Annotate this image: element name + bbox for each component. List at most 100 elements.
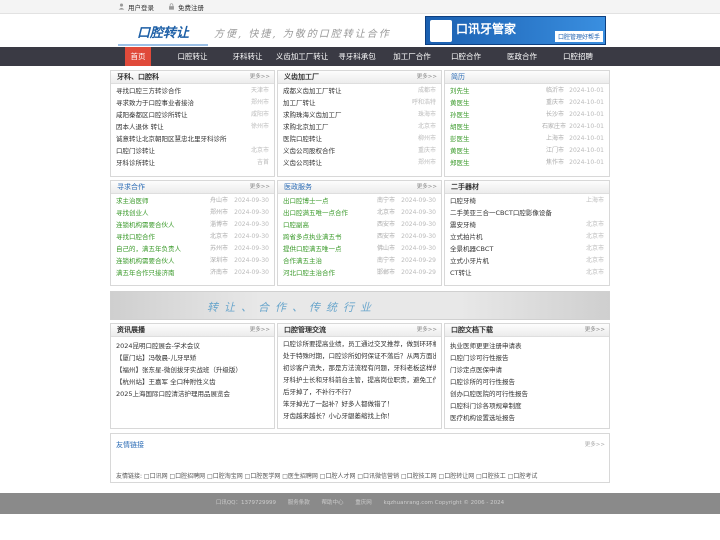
nav-oral-transfer[interactable]: 口腔转让 bbox=[170, 47, 215, 66]
nav-home[interactable]: 首页 bbox=[125, 47, 151, 66]
list-item[interactable]: 后牙掉了，不补行不行？ bbox=[283, 386, 436, 398]
list-item[interactable]: 二手美亚三合一CBCT口腔影像设备 bbox=[450, 207, 604, 219]
list-item[interactable]: 自己的，满五年负责人 苏州市 2024-09-30 bbox=[116, 243, 269, 255]
list-item[interactable]: 跨省多点执业满五书 西安市 2024-09-30 bbox=[283, 231, 436, 243]
more-link[interactable]: 更多>> bbox=[250, 181, 270, 193]
list-item[interactable]: 全景机器CBCT 北京市 bbox=[450, 243, 604, 255]
list-item[interactable]: 彭医生 上海市 2024-10-01 bbox=[450, 133, 604, 145]
more-link[interactable]: 更多>> bbox=[250, 71, 270, 83]
list-item[interactable]: 提供口腔满五唯一点 佛山市 2024-09-30 bbox=[283, 243, 436, 255]
promo-banner[interactable]: 转让、合作、传统行业 bbox=[110, 291, 610, 320]
section-news: 资讯展播 更多>> 2024昆明口腔展会-学术会议 【厦门站】冯敬晨-儿牙早矫 【… bbox=[110, 323, 275, 429]
list-item[interactable]: 寻找口腔合作 北京市 2024-09-30 bbox=[116, 231, 269, 243]
footer-help[interactable]: 帮助中心 bbox=[322, 500, 344, 506]
list-item[interactable]: 成都义齿加工厂转让 成都市 bbox=[283, 85, 436, 97]
more-link[interactable]: 更多>> bbox=[585, 324, 605, 336]
list-item[interactable]: 因本人退休 转让 徐州市 bbox=[116, 121, 269, 133]
footer-qq: 口讯QQ：1379729999 bbox=[215, 500, 276, 506]
list-item[interactable]: 连锁机构需要合伙人 深圳市 2024-09-30 bbox=[116, 255, 269, 267]
more-link[interactable]: 更多>> bbox=[250, 324, 270, 336]
list-item[interactable]: 诚意转让北京朝阳区慧忠北里牙科诊所 bbox=[116, 133, 269, 145]
nav-dental-transfer[interactable]: 牙科转让 bbox=[225, 47, 270, 66]
section-dental-clinic: 牙科、口腔科 更多>> 寻找口腔三方转诊合作 天津市 寻求致力于口腔事业者接洽 郑州市… bbox=[110, 70, 275, 177]
list-item[interactable]: 胡医生 石家庄市 2024-10-01 bbox=[450, 121, 604, 133]
list-item[interactable]: 立式小牙片机 北京市 bbox=[450, 255, 604, 267]
list-item[interactable]: CT转让 北京市 bbox=[450, 267, 604, 279]
list-item[interactable]: 震安牙椅 北京市 bbox=[450, 219, 604, 231]
login-link[interactable]: 用户登录 bbox=[118, 2, 154, 12]
main-nav: 首页 口腔转让 牙科转让 义齿加工厂转让 寻牙科承包 加工厂合作 口腔合作 医政… bbox=[0, 47, 720, 66]
list-item[interactable]: 口腔门诊可行性报告 bbox=[450, 352, 604, 364]
list-item[interactable]: 黄医生 江门市 2024-10-01 bbox=[450, 145, 604, 157]
list-item[interactable]: 医疗机构设置选址报告 bbox=[450, 412, 604, 424]
user-icon bbox=[118, 3, 125, 10]
more-link[interactable]: 更多>> bbox=[417, 71, 437, 83]
list-item[interactable]: 郑医生 焦作市 2024-10-01 bbox=[450, 157, 604, 169]
list-item[interactable]: 求主治医师 舟山市 2024-09-30 bbox=[116, 195, 269, 207]
list-item[interactable]: 加工厂转让 呼和浩特 bbox=[283, 97, 436, 109]
list-item[interactable]: 创办口腔医院的可行性报告 bbox=[450, 388, 604, 400]
list-item[interactable]: 出口腔博士一点 南宁市 2024-09-30 bbox=[283, 195, 436, 207]
list-item[interactable]: 出口腔满五唯一点合作 北京市 2024-09-30 bbox=[283, 207, 436, 219]
ad-banner[interactable]: 口讯牙管家 口腔管理好帮手 bbox=[425, 16, 606, 45]
list-item[interactable]: 执业医师更更注册申请表 bbox=[450, 340, 604, 352]
lock-icon bbox=[169, 3, 174, 10]
list-item[interactable]: 口腔副高 西安市 2024-09-30 bbox=[283, 219, 436, 231]
section-title: 寻求合作 bbox=[117, 183, 145, 191]
nav-oral-recruit[interactable]: 口腔招聘 bbox=[556, 47, 600, 66]
list-item[interactable]: 【福州】张东星-微创拔牙实战班（升级版） bbox=[116, 364, 269, 376]
list-item[interactable]: 口腔牙椅 上海市 bbox=[450, 195, 604, 207]
list-item[interactable]: 初诊客户流失，那是方法流程有问题，牙科老板这样做 bbox=[283, 362, 436, 374]
list-item[interactable]: 口腔科门诊各项规章制度 bbox=[450, 400, 604, 412]
nav-medical-coop[interactable]: 医政合作 bbox=[500, 47, 544, 66]
friend-links-title: 友情链接 bbox=[116, 441, 144, 449]
list-item[interactable]: 合作满五主治 南宁市 2024-09-29 bbox=[283, 255, 436, 267]
list-item[interactable]: 连锁机构需要合伙人 淄博市 2024-09-30 bbox=[116, 219, 269, 231]
list-item[interactable]: 寻找创业人 郑州市 2024-09-30 bbox=[116, 207, 269, 219]
register-link[interactable]: 免费注册 bbox=[168, 2, 204, 12]
list-item[interactable]: 2025上海国际口腔清洁护理用品展览会 bbox=[116, 388, 269, 400]
list-item[interactable]: 刘先生 临沂市 2024-10-01 bbox=[450, 85, 604, 97]
section-title: 简历 bbox=[451, 73, 465, 81]
list-item[interactable]: 河北口腔主治合作 邯郸市 2024-09-29 bbox=[283, 267, 436, 279]
nav-denture-factory[interactable]: 义齿加工厂转让 bbox=[273, 47, 331, 66]
list-item[interactable]: 求购珠海义齿加工厂 珠海市 bbox=[283, 109, 436, 121]
list-item[interactable]: 寻找口腔三方转诊合作 天津市 bbox=[116, 85, 269, 97]
section-title: 口腔管理交流 bbox=[284, 326, 326, 334]
list-item[interactable]: 处于特殊时期，口腔诊所如何保证不落后？从两方面出发 bbox=[283, 350, 436, 362]
list-item[interactable]: 立式拍片机 北京市 bbox=[450, 231, 604, 243]
list-item[interactable]: 牙科护士长和牙科前台主管，提高岗位职责，避免工作没 bbox=[283, 374, 436, 386]
list-item[interactable]: 门诊定点医保申请 bbox=[450, 364, 604, 376]
list-item[interactable]: 孙医生 长沙市 2024-10-01 bbox=[450, 109, 604, 121]
list-item[interactable]: 黄医生 重庆市 2024-10-01 bbox=[450, 97, 604, 109]
list-item[interactable]: 口腔门诊转让 北京市 bbox=[116, 145, 269, 157]
list-item[interactable]: 义齿公司转让 郑州市 bbox=[283, 157, 436, 169]
list-item[interactable]: 牙齿越来越长？小心牙龈萎缩找上你！ bbox=[283, 410, 436, 422]
list-item[interactable]: 寻求致力于口腔事业者接洽 郑州市 bbox=[116, 97, 269, 109]
nav-dental-contract[interactable]: 寻牙科承包 bbox=[335, 47, 379, 66]
list-item[interactable]: 求购北京加工厂 北京市 bbox=[283, 121, 436, 133]
more-link[interactable]: 更多>> bbox=[417, 181, 437, 193]
header: 口腔转让 方便, 快捷, 为敬的口腔转让合作 口讯牙管家 口腔管理好帮手 bbox=[0, 14, 720, 47]
nav-factory-coop[interactable]: 加工厂合作 bbox=[390, 47, 434, 66]
nav-oral-coop[interactable]: 口腔合作 bbox=[444, 47, 488, 66]
list-item[interactable]: 【杭州站】王嘉军 全口种附性义齿 bbox=[116, 376, 269, 388]
list-item[interactable]: 牙科诊所转让 吉首 bbox=[116, 157, 269, 169]
more-link[interactable]: 更多>> bbox=[417, 324, 437, 336]
list-item[interactable]: 咸阳秦都区口腔诊所转让 咸阳市 bbox=[116, 109, 269, 121]
list-item[interactable]: 笨牙掉光了一起补？好多人都做错了！ bbox=[283, 398, 436, 410]
footer-terms[interactable]: 服务条款 bbox=[288, 500, 310, 506]
section-resumes: 简历 刘先生 临沂市 2024-10-01 黄医生 重庆市 2024-10-01 孙医生… bbox=[444, 70, 610, 177]
list-item[interactable]: 【厦门站】冯敬晨-儿牙早矫 bbox=[116, 352, 269, 364]
more-link[interactable]: 更多>> bbox=[585, 440, 605, 448]
footer-site[interactable]: 重庆网 bbox=[355, 500, 372, 506]
site-logo[interactable]: 口腔转让 bbox=[118, 18, 208, 46]
list-item[interactable]: 口腔诊所要提高业绩，员工通过交叉推荐，做到环环相扣 bbox=[283, 338, 436, 350]
list-item[interactable]: 口腔诊所的可行性报告 bbox=[450, 376, 604, 388]
friend-links-list[interactable]: 友情链接: □口讯网 □口腔招聘网 □口腔淘宝网 □口腔医学网 □医生招聘网 □… bbox=[116, 471, 605, 480]
list-item[interactable]: 医院口腔转让 柳州市 bbox=[283, 133, 436, 145]
section-title: 资讯展播 bbox=[117, 326, 145, 334]
list-item[interactable]: 满五年合作只接济南 济南市 2024-09-30 bbox=[116, 267, 269, 279]
list-item[interactable]: 2024昆明口腔展会-学术会议 bbox=[116, 340, 269, 352]
list-item[interactable]: 义齿公司股权合作 重庆市 bbox=[283, 145, 436, 157]
